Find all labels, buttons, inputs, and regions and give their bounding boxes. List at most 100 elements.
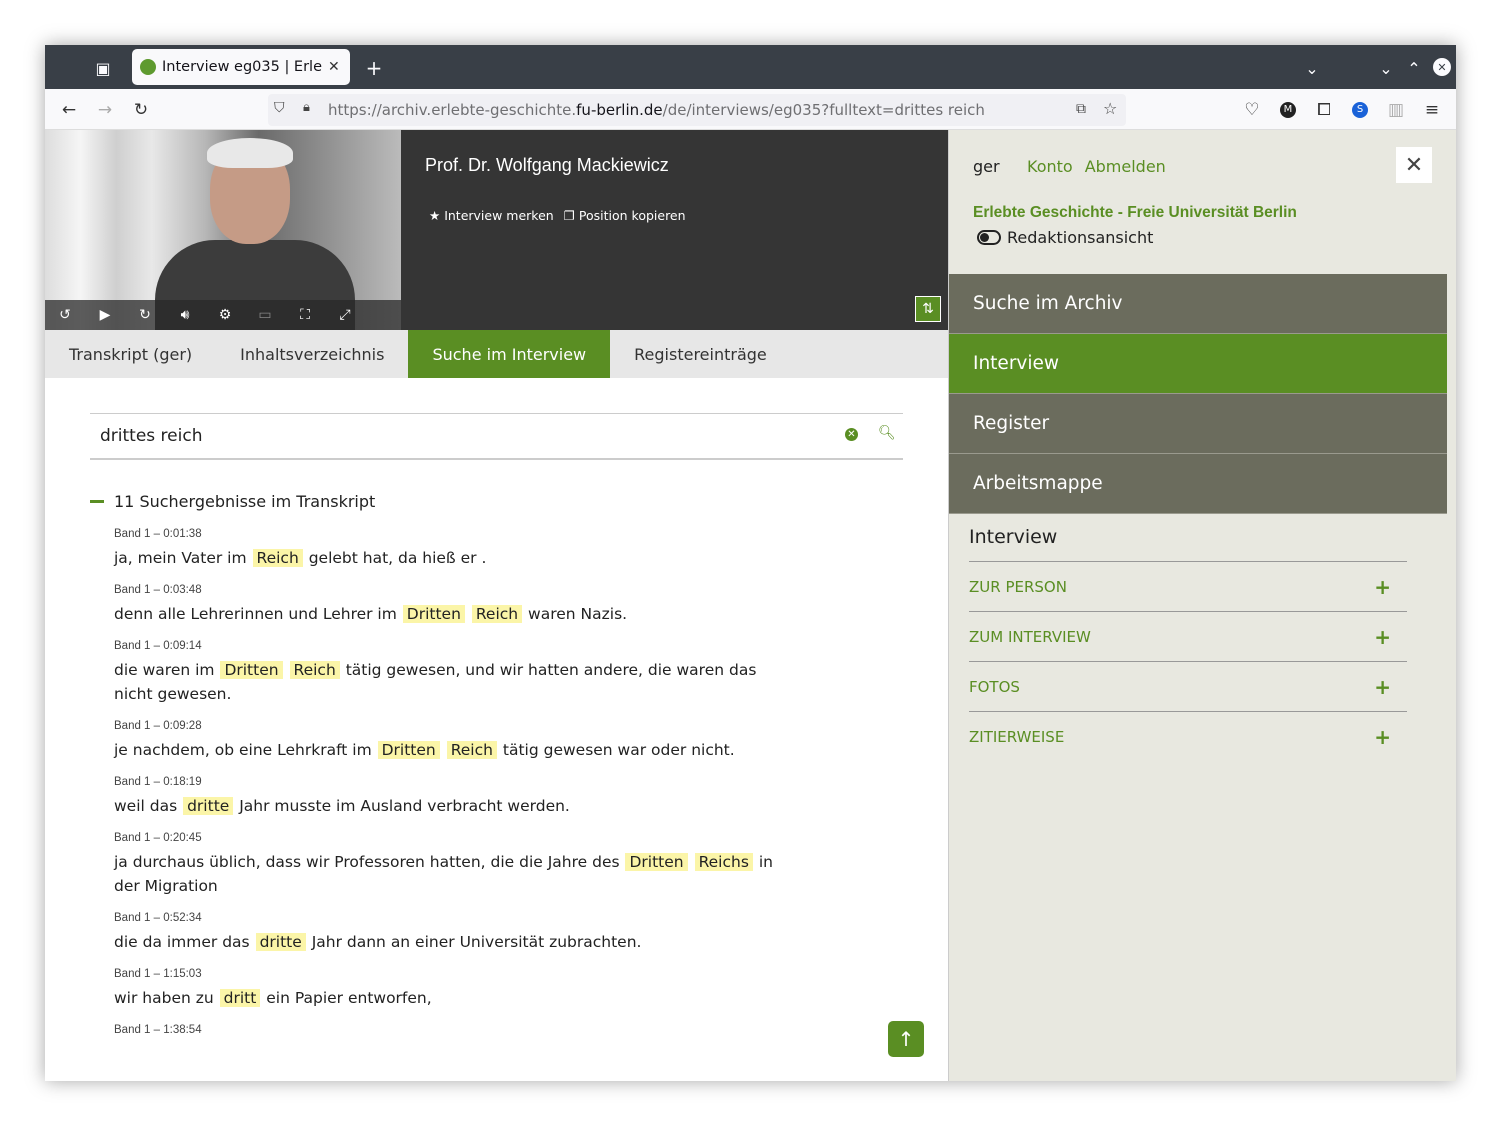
scroll-top-button[interactable]: ↑ — [888, 1021, 924, 1057]
plus-icon[interactable]: + — [1374, 575, 1391, 599]
search-icon[interactable]: 🔍︎ — [878, 425, 896, 441]
screenshot-icon[interactable]: ⛶ — [285, 307, 325, 323]
clear-search-icon[interactable]: ✕ — [845, 428, 858, 441]
accordion-item-person[interactable]: ZUR PERSON + — [969, 561, 1407, 611]
sidebar-item-workbook[interactable]: Arbeitsmappe — [949, 454, 1447, 514]
result-item[interactable]: Band 1 – 0:03:48 denn alle Lehrerinnen un… — [114, 584, 774, 626]
picture-in-picture-icon[interactable]: ⧉ — [1076, 101, 1086, 117]
reader-icon[interactable]: ▥ — [1382, 89, 1410, 130]
result-text-part: denn alle Lehrerinnen und Lehrer im — [114, 605, 402, 623]
sidebar-menu: Suche im Archiv Interview Register Arbei… — [949, 274, 1447, 514]
plus-icon[interactable]: + — [1374, 625, 1391, 649]
subtitles-icon[interactable]: ▭ — [245, 307, 285, 323]
result-item[interactable]: Band 1 – 0:09:28 je nachdem, ob eine Lehr… — [114, 720, 774, 762]
plus-icon[interactable]: + — [1374, 675, 1391, 699]
minimize-icon[interactable]: ⌄ — [1375, 57, 1397, 79]
account-links: Konto Abmelden — [1027, 157, 1166, 176]
result-text-part: weil das — [114, 797, 183, 815]
language-selector[interactable]: ger — [973, 157, 1000, 176]
bookmark-star-icon[interactable]: ☆ — [1103, 99, 1117, 118]
accordion-item-photos[interactable]: FOTOS + — [969, 661, 1407, 711]
result-item[interactable]: Band 1 – 0:18:19 weil das dritte Jahr mus… — [114, 776, 774, 818]
result-item[interactable]: Band 1 – 0:20:45 ja durchaus üblich, dass… — [114, 832, 774, 898]
url-text[interactable]: https://archiv.erlebte-geschichte.fu-ber… — [328, 101, 985, 119]
result-timecode[interactable]: Band 1 – 0:01:38 — [114, 528, 774, 540]
account-link[interactable]: Konto — [1027, 157, 1073, 176]
bookmark-interview-button[interactable]: ★ Interview merken — [429, 208, 554, 223]
result-text-part: ja, mein Vater im — [114, 549, 252, 567]
play-icon[interactable]: ▶ — [85, 307, 125, 323]
result-text: ja, mein Vater im Reich gelebt hat, da h… — [114, 546, 774, 570]
site-favicon-icon — [140, 59, 156, 75]
result-text-part: die waren im — [114, 661, 220, 679]
collapse-icon[interactable] — [90, 500, 104, 503]
results-list: Band 1 – 0:01:38 ja, mein Vater im Reich … — [114, 528, 774, 1050]
logout-link[interactable]: Abmelden — [1085, 157, 1166, 176]
tab-list-icon[interactable]: ▣ — [92, 57, 114, 79]
sidebar: ger Konto Abmelden ✕ Erlebte Geschichte … — [948, 130, 1456, 1081]
fullscreen-icon[interactable]: ⤢ — [325, 307, 365, 323]
video-player[interactable]: ↺ ▶ ↻ 🔊︎ ⚙ ▭ ⛶ ⤢ — [45, 130, 401, 330]
plus-icon[interactable]: + — [1374, 725, 1391, 749]
sidebar-item-interview[interactable]: Interview — [949, 334, 1447, 394]
result-item[interactable]: Band 1 – 1:15:03 wir haben zu dritt ein P… — [114, 968, 774, 1010]
settings-icon[interactable]: ⚙ — [205, 307, 245, 323]
menu-icon[interactable]: ≡ — [1418, 89, 1446, 130]
sidebar-item-search[interactable]: Suche im Archiv — [949, 274, 1447, 334]
search-input[interactable] — [100, 422, 800, 450]
replay-icon[interactable]: ↺ — [45, 307, 85, 323]
url-bar[interactable]: ⛉ 🔒︎ https://archiv.erlebte-geschichte.f… — [268, 94, 1126, 126]
extensions-icon[interactable]: ⧠ — [1310, 89, 1338, 130]
result-timecode[interactable]: Band 1 – 0:09:14 — [114, 640, 774, 652]
result-item[interactable]: Band 1 – 1:38:54 — [114, 1024, 774, 1036]
copy-position-button[interactable]: ❐ Position kopieren — [564, 208, 686, 223]
copy-icon: ❐ — [563, 208, 579, 223]
browser-window: ▣ Interview eg035 | Erleb ✕ + ⌄ ⌄ ⌃ ✕ ← … — [45, 45, 1456, 1081]
extension-s-icon[interactable]: S — [1346, 89, 1374, 130]
sort-icon[interactable]: ⇅ — [915, 296, 941, 322]
maximize-icon[interactable]: ⌃ — [1403, 57, 1425, 79]
result-text-part — [466, 605, 471, 623]
shield-icon[interactable]: ⛉ — [274, 100, 285, 116]
tab-contents[interactable]: Inhaltsverzeichnis — [216, 330, 408, 378]
result-item[interactable]: Band 1 – 0:01:38 ja, mein Vater im Reich … — [114, 528, 774, 570]
result-item[interactable]: Band 1 – 0:09:14 die waren im Dritten Rei… — [114, 640, 774, 706]
account-m-icon[interactable]: M — [1274, 89, 1302, 130]
results-header[interactable]: 11 Suchergebnisse im Transkript — [90, 492, 375, 511]
result-timecode[interactable]: Band 1 – 0:20:45 — [114, 832, 774, 844]
result-text: denn alle Lehrerinnen und Lehrer im Drit… — [114, 602, 774, 626]
video-controls: ↺ ▶ ↻ 🔊︎ ⚙ ▭ ⛶ ⤢ — [45, 300, 401, 330]
accordion-item-citation[interactable]: ZITIERWEISE + — [969, 711, 1407, 761]
interviewee-name: Prof. Dr. Wolfgang Mackiewicz — [425, 155, 669, 175]
tab-register[interactable]: Registereinträge — [610, 330, 791, 378]
result-text: ja durchaus üblich, dass wir Professoren… — [114, 850, 774, 898]
editor-view-toggle[interactable]: Redaktionsansicht — [977, 228, 1153, 247]
result-timecode[interactable]: Band 1 – 0:03:48 — [114, 584, 774, 596]
forward-icon[interactable]: → — [91, 89, 119, 130]
sidebar-item-register[interactable]: Register — [949, 394, 1447, 454]
tab-transcript[interactable]: Transkript (ger) — [45, 330, 216, 378]
list-all-tabs-icon[interactable]: ⌄ — [1301, 57, 1323, 79]
result-text-part: Jahr musste im Ausland verbracht werden. — [234, 797, 570, 815]
tab-search[interactable]: Suche im Interview — [408, 330, 611, 378]
browser-tab[interactable]: Interview eg035 | Erleb ✕ — [132, 49, 350, 85]
window-close-icon[interactable]: ✕ — [1433, 58, 1451, 76]
lock-icon[interactable]: 🔒︎ — [303, 100, 310, 115]
interview-actions: ★ Interview merken ❐ Position kopieren — [429, 208, 686, 223]
result-timecode[interactable]: Band 1 – 0:09:28 — [114, 720, 774, 732]
back-icon[interactable]: ← — [55, 89, 83, 130]
pocket-icon[interactable]: ♡ — [1238, 89, 1266, 130]
accordion-item-interview[interactable]: ZUM INTERVIEW + — [969, 611, 1407, 661]
result-timecode[interactable]: Band 1 – 1:38:54 — [114, 1024, 774, 1036]
close-sidebar-icon[interactable]: ✕ — [1396, 147, 1432, 183]
result-item[interactable]: Band 1 – 0:52:34 die da immer das dritte … — [114, 912, 774, 954]
result-timecode[interactable]: Band 1 – 0:52:34 — [114, 912, 774, 924]
result-timecode[interactable]: Band 1 – 0:18:19 — [114, 776, 774, 788]
reload-icon[interactable]: ↻ — [127, 89, 155, 130]
new-tab-icon[interactable]: + — [363, 56, 385, 80]
forward-icon[interactable]: ↻ — [125, 307, 165, 323]
volume-icon[interactable]: 🔊︎ — [165, 307, 205, 323]
close-tab-icon[interactable]: ✕ — [328, 59, 342, 75]
toggle-icon[interactable] — [977, 230, 1001, 245]
result-timecode[interactable]: Band 1 – 1:15:03 — [114, 968, 774, 980]
